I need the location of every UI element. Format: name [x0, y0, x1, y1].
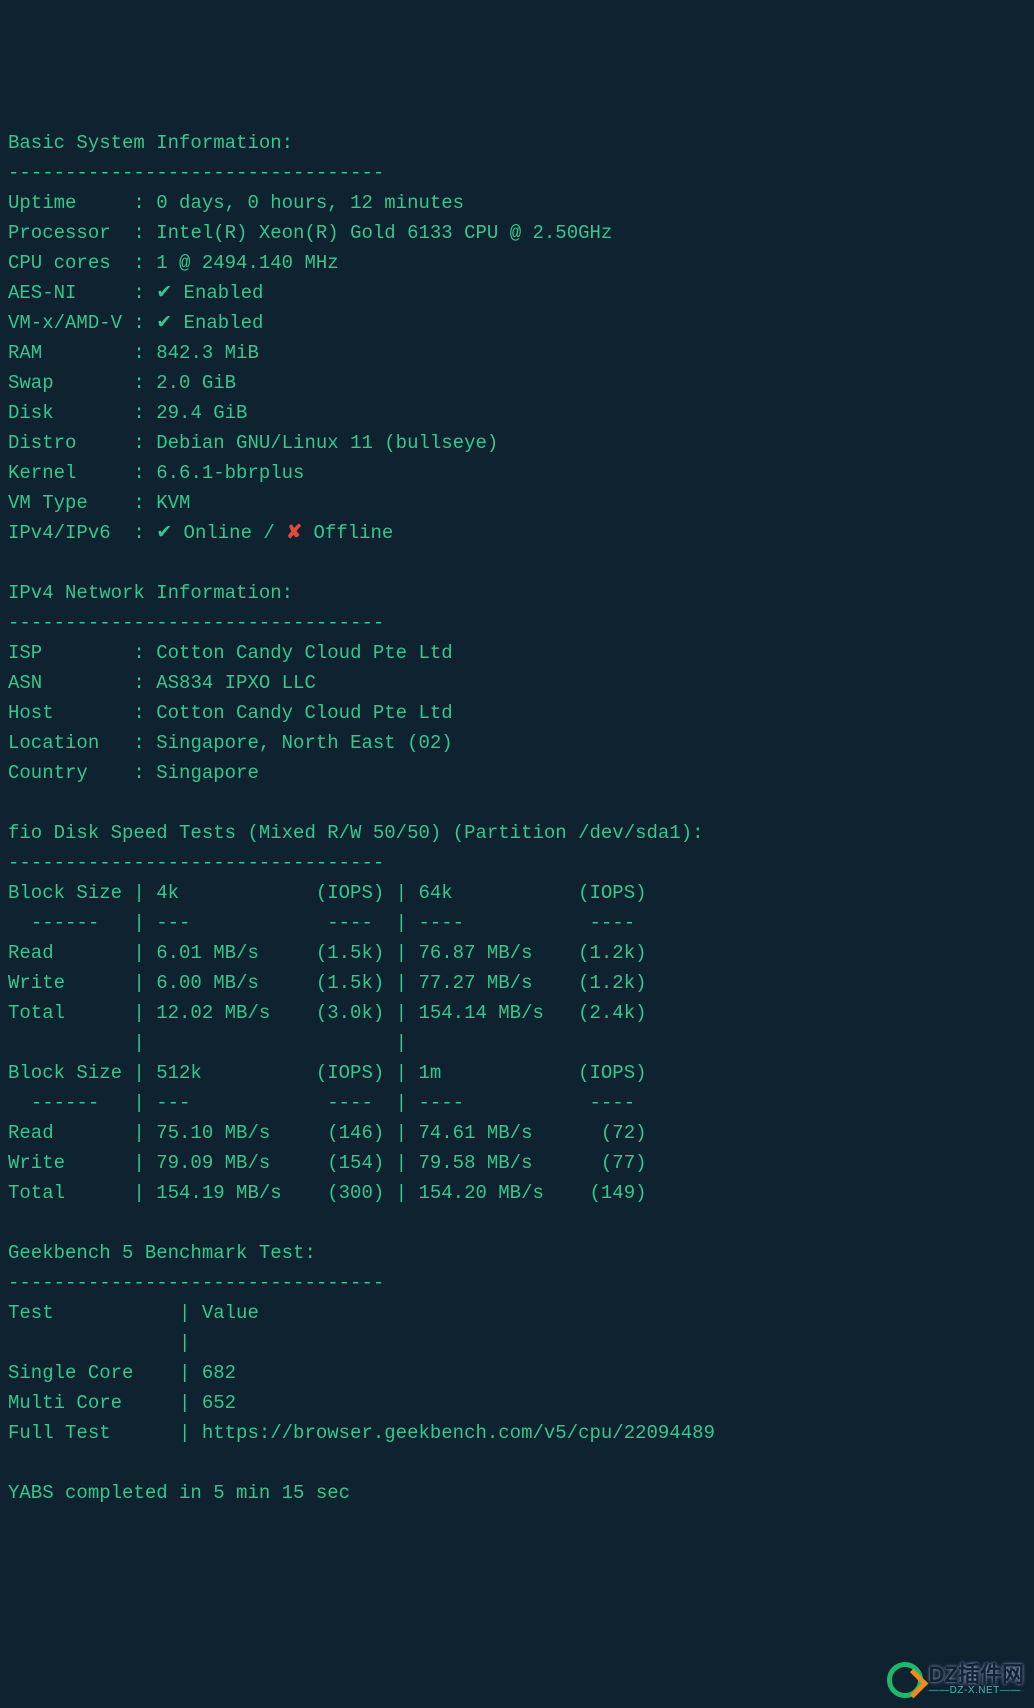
geek-row: Full Test | https://browser.geekbench.co…	[8, 1422, 715, 1444]
kv-line: ISP : Cotton Candy Cloud Pte Ltd	[8, 642, 453, 664]
kv-line: Distro : Debian GNU/Linux 11 (bullseye)	[8, 432, 498, 454]
watermark: DZ插件网 ——DZ-X.NET——	[887, 1662, 1024, 1698]
kv-line: Country : Singapore	[8, 762, 259, 784]
kv-line: AES-NI : ✔ Enabled	[8, 282, 263, 304]
geek-row: Multi Core | 652	[8, 1392, 236, 1414]
fio-row: Read | 6.01 MB/s (1.5k) | 76.87 MB/s (1.…	[8, 942, 647, 964]
kv-line: Swap : 2.0 GiB	[8, 372, 236, 394]
watermark-subtitle: ——DZ-X.NET——	[929, 1686, 1024, 1696]
kv-line: ASN : AS834 IPXO LLC	[8, 672, 316, 694]
kv-line: Location : Singapore, North East (02)	[8, 732, 453, 754]
fio-header: Block Size | 4k (IOPS) | 64k (IOPS)	[8, 882, 647, 904]
cross-icon: ✘	[286, 522, 302, 544]
rule: ---------------------------------	[8, 162, 384, 184]
section-title-geekbench: Geekbench 5 Benchmark Test:	[8, 1242, 316, 1264]
section-title-sysinfo: Basic System Information:	[8, 132, 293, 154]
fio-row: Write | 6.00 MB/s (1.5k) | 77.27 MB/s (1…	[8, 972, 647, 994]
fio-row: Total | 154.19 MB/s (300) | 154.20 MB/s …	[8, 1182, 647, 1204]
kv-line: Processor : Intel(R) Xeon(R) Gold 6133 C…	[8, 222, 612, 244]
fio-sep: ------ | --- ---- | ---- ----	[8, 1092, 647, 1114]
rule: ---------------------------------	[8, 1272, 384, 1294]
rule: ---------------------------------	[8, 852, 384, 874]
fio-row: Total | 12.02 MB/s (3.0k) | 154.14 MB/s …	[8, 1002, 647, 1024]
kv-line: RAM : 842.3 MiB	[8, 342, 259, 364]
watermark-title: DZ插件网	[929, 1664, 1024, 1686]
kv-line: CPU cores : 1 @ 2494.140 MHz	[8, 252, 339, 274]
geek-row: Single Core | 682	[8, 1362, 236, 1384]
kv-line: Kernel : 6.6.1-bbrplus	[8, 462, 304, 484]
yabs-footer: YABS completed in 5 min 15 sec	[8, 1482, 350, 1504]
watermark-logo-icon	[887, 1662, 923, 1698]
kv-line-ipv: IPv4/IPv6 : ✔ Online / ✘ Offline	[8, 522, 393, 544]
kv-line: Host : Cotton Candy Cloud Pte Ltd	[8, 702, 453, 724]
geek-header: Test | Value	[8, 1302, 259, 1324]
rule: ---------------------------------	[8, 612, 384, 634]
kv-line: Uptime : 0 days, 0 hours, 12 minutes	[8, 192, 464, 214]
fio-header: Block Size | 512k (IOPS) | 1m (IOPS)	[8, 1062, 647, 1084]
kv-line: VM-x/AMD-V : ✔ Enabled	[8, 312, 263, 334]
fio-row: Read | 75.10 MB/s (146) | 74.61 MB/s (72…	[8, 1122, 647, 1144]
fio-blank: | |	[8, 1032, 647, 1054]
kv-line: Disk : 29.4 GiB	[8, 402, 247, 424]
fio-row: Write | 79.09 MB/s (154) | 79.58 MB/s (7…	[8, 1152, 647, 1174]
fio-sep: ------ | --- ---- | ---- ----	[8, 912, 647, 934]
section-title-fio: fio Disk Speed Tests (Mixed R/W 50/50) (…	[8, 822, 704, 844]
kv-line: VM Type : KVM	[8, 492, 190, 514]
section-title-netinfo: IPv4 Network Information:	[8, 582, 293, 604]
geek-blank: |	[8, 1332, 202, 1354]
